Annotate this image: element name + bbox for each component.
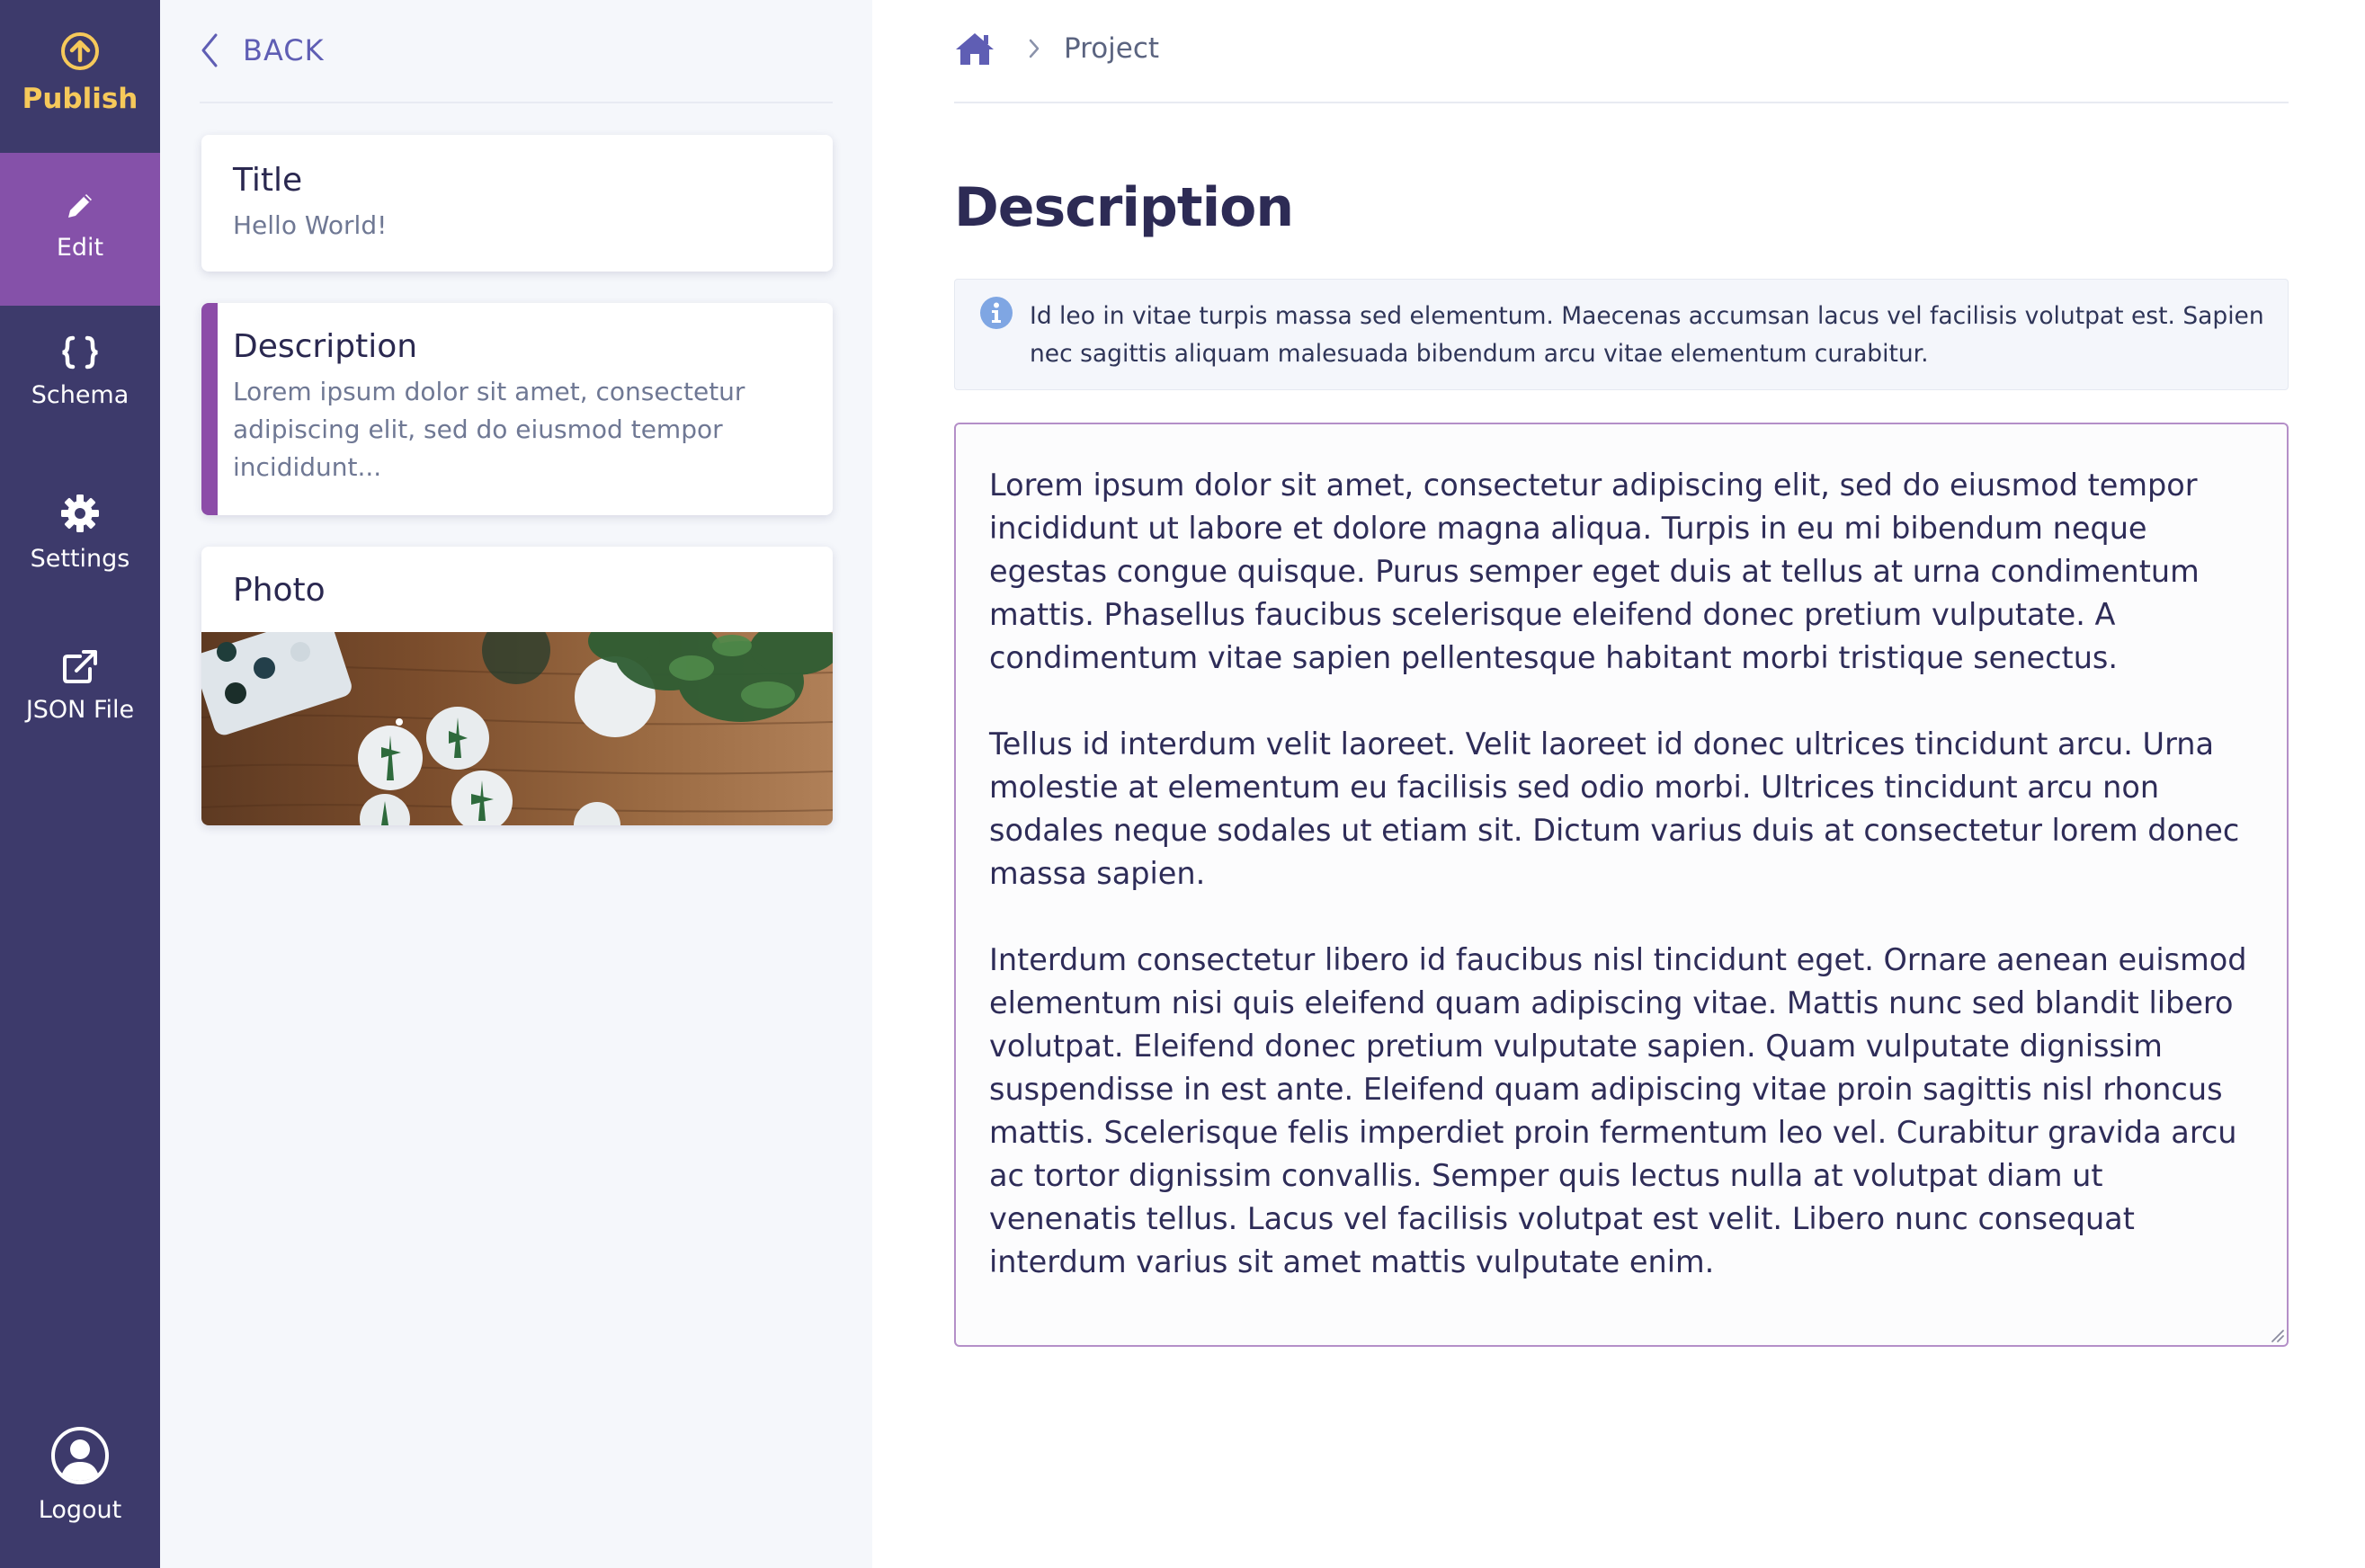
pencil-icon [68,194,92,218]
page-title: Description [954,176,1294,239]
home-icon[interactable] [954,31,995,67]
logout-label: Logout [38,1496,122,1524]
divider [200,102,833,103]
side-navigation: Publish Edit Schema Settings JSON File L… [0,0,160,1568]
breadcrumb-current[interactable]: Project [1064,32,1159,65]
editor-paragraph: Tellus id interdum velit laoreet. Velit … [989,726,2240,891]
field-card-value: Hello World! [233,210,388,240]
field-card-heading: Description [233,328,418,365]
field-help-text: Id leo in vitae turpis massa sed element… [1030,302,2264,368]
photo-thumbnail [201,632,833,825]
logout-button[interactable]: Logout [0,1426,160,1534]
main-content: Project Description Id leo in vitae turp… [872,0,2365,1568]
chevron-right-icon [1029,39,1040,58]
publish-button[interactable]: Publish [0,0,160,153]
back-label: BACK [243,33,325,67]
field-card-value: Lorem ipsum dolor sit amet, consectetur … [233,377,745,482]
active-card-indicator [201,303,218,515]
field-card-heading: Title [233,162,303,199]
nav-edit[interactable]: Edit [0,153,160,306]
breadcrumb: Project [954,31,1159,67]
field-card-heading: Photo [233,572,326,609]
user-avatar-icon [51,1427,109,1484]
nav-json-label: JSON File [25,696,135,724]
divider [954,102,2289,103]
field-card-title[interactable]: Title Hello World! [201,135,833,272]
nav-schema-label: Schema [31,381,129,409]
publish-label: Publish [22,83,138,115]
info-icon [980,297,1013,329]
editor-paragraph: Lorem ipsum dolor sit amet, consectetur … [989,468,2200,675]
nav-settings[interactable]: Settings [0,493,160,601]
resize-handle-icon[interactable] [2269,1327,2285,1343]
editor-paragraph: Interdum consectetur libero id faucibus … [989,942,2247,1279]
nav-json-file[interactable]: JSON File [0,649,160,757]
braces-icon [62,335,98,370]
fields-panel: BACK Title Hello World! Description Lore… [160,0,872,1568]
nav-edit-label: Edit [56,234,104,262]
field-card-description[interactable]: Description Lorem ipsum dolor sit amet, … [201,303,833,515]
back-button[interactable]: BACK [200,32,325,68]
field-help-box: Id leo in vitae turpis massa sed element… [954,279,2289,390]
description-textarea[interactable]: Lorem ipsum dolor sit amet, consectetur … [954,423,2289,1347]
chevron-left-icon [201,33,218,67]
nav-settings-label: Settings [30,545,130,573]
gear-icon [61,494,99,532]
upload-circle-icon [61,32,99,70]
nav-schema[interactable]: Schema [0,334,160,442]
field-card-photo[interactable]: Photo [201,547,833,825]
external-link-icon [63,650,97,683]
